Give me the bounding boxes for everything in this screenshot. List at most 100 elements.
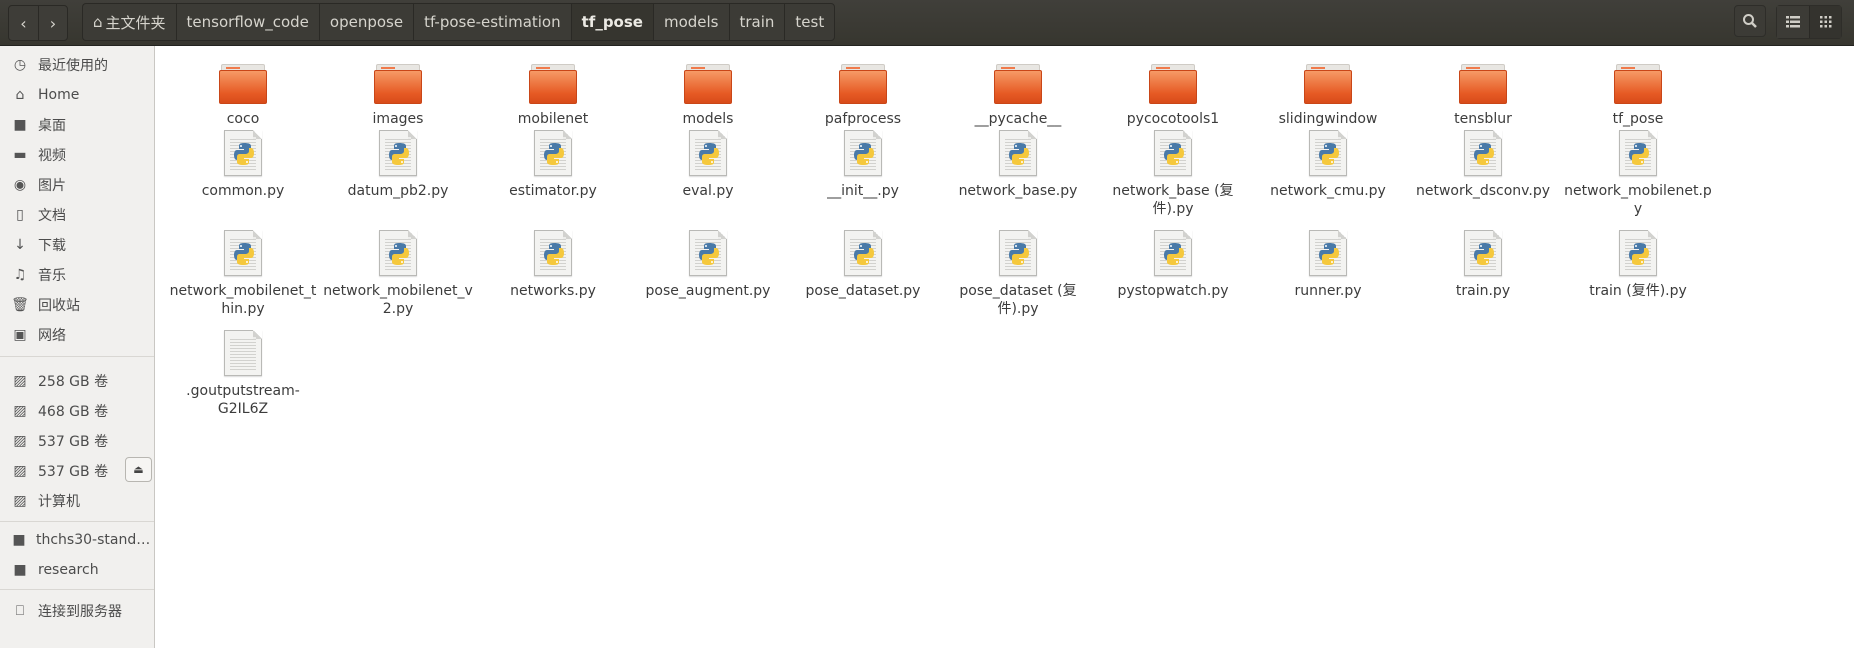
breadcrumb-tf-pose-estimation[interactable]: tf-pose-estimation (413, 3, 571, 41)
sidebar-item-videos[interactable]: ▬ 视频 (0, 141, 154, 169)
sidebar-item-label: 图片 (38, 178, 66, 194)
file-name: pystopwatch.py (1117, 283, 1229, 299)
file-item[interactable]: __pycache__ (943, 60, 1093, 128)
sidebar-item-trash[interactable]: 🗑 回收站 (0, 291, 154, 319)
grid-view-button[interactable] (1809, 6, 1841, 38)
file-item[interactable]: pose_augment.py (633, 230, 783, 300)
search-button[interactable] (1734, 5, 1766, 37)
file-name: train (复件).py (1589, 283, 1687, 299)
file-item[interactable]: slidingwindow (1253, 60, 1403, 128)
file-item[interactable]: network_mobilenet_thin.py (168, 230, 318, 318)
python-file-icon (224, 230, 262, 276)
breadcrumb-label: openpose (329, 13, 404, 31)
camera-icon: ◉ (13, 177, 27, 193)
python-file-icon (689, 130, 727, 176)
file-item[interactable]: estimator.py (478, 130, 628, 200)
sidebar-item-downloads[interactable]: ↓ 下载 (0, 231, 154, 259)
back-button[interactable]: ‹ (9, 6, 38, 40)
folder-icon: ■ (13, 117, 27, 133)
sidebar-item-music[interactable]: ♫ 音乐 (0, 261, 154, 289)
sidebar-item-connect-server[interactable]: ⎕ 连接到服务器 (0, 597, 154, 625)
python-file-icon (1154, 130, 1192, 176)
file-item[interactable]: network_base (复件).py (1098, 130, 1248, 218)
header-bar: ‹ › ⌂ 主文件夹 tensorflow_code openpose tf-po… (0, 0, 1854, 46)
file-item[interactable]: pycocotools1 (1098, 60, 1248, 128)
breadcrumb-tf-pose[interactable]: tf_pose (570, 3, 653, 41)
sidebar-divider (0, 589, 154, 590)
folder-icon (529, 64, 577, 104)
file-item[interactable]: network_cmu.py (1253, 130, 1403, 200)
file-item[interactable]: tensblur (1408, 60, 1558, 128)
file-item[interactable]: networks.py (478, 230, 628, 300)
folder-icon (374, 64, 422, 104)
sidebar-item-thchs30[interactable]: ■ thchs30-standalone (0, 526, 154, 554)
file-item[interactable]: pystopwatch.py (1098, 230, 1248, 300)
file-item[interactable]: mobilenet (478, 60, 628, 128)
folder-icon: ■ (13, 562, 27, 578)
file-item[interactable]: network_mobilenet_v2.py (323, 230, 473, 318)
sidebar-item-pictures[interactable]: ◉ 图片 (0, 171, 154, 199)
sidebar-item-label: 回收站 (38, 298, 80, 314)
file-item[interactable]: train.py (1408, 230, 1558, 300)
video-icon: ▬ (13, 147, 27, 163)
file-item[interactable]: datum_pb2.py (323, 130, 473, 200)
sidebar-item-drive-258gb[interactable]: ▨ 258 GB 卷 (0, 367, 154, 395)
breadcrumb-models[interactable]: models (652, 3, 729, 41)
sidebar-item-research[interactable]: ■ research (0, 556, 154, 584)
breadcrumb-tensorflow-code[interactable]: tensorflow_code (175, 3, 319, 41)
folder-icon (839, 64, 887, 104)
file-item[interactable]: network_dsconv.py (1408, 130, 1558, 200)
sidebar-item-recent[interactable]: ◷ 最近使用的 (0, 51, 154, 79)
file-item[interactable]: common.py (168, 130, 318, 200)
sidebar-item-label: 网络 (38, 328, 66, 344)
eject-icon: ⏏ (133, 463, 144, 476)
view-toggle (1776, 5, 1842, 39)
breadcrumb-test[interactable]: test (784, 3, 836, 41)
sidebar-item-desktop[interactable]: ■ 桌面 (0, 111, 154, 139)
file-name: network_base (复件).py (1112, 183, 1234, 217)
file-item[interactable]: pose_dataset.py (788, 230, 938, 300)
file-item[interactable]: pafprocess (788, 60, 938, 128)
file-name: models (682, 111, 734, 127)
file-item[interactable]: coco (168, 60, 318, 128)
python-file-icon (1619, 230, 1657, 276)
chevron-right-icon: › (49, 13, 57, 33)
forward-button[interactable]: › (38, 6, 67, 40)
sidebar-item-drive-468gb[interactable]: ▨ 468 GB 卷 (0, 397, 154, 425)
sidebar-item-drive-537gb-1[interactable]: ▨ 537 GB 卷 (0, 427, 154, 455)
file-item[interactable]: network_base.py (943, 130, 1093, 200)
file-item[interactable]: pose_dataset (复件).py (943, 230, 1093, 318)
list-view-button[interactable] (1777, 6, 1809, 38)
folder-icon: ■ (12, 532, 26, 548)
sidebar-item-computer[interactable]: ▨ 计算机 (0, 487, 154, 515)
breadcrumb-home[interactable]: ⌂ 主文件夹 (82, 3, 176, 41)
file-name: tensblur (1454, 111, 1512, 127)
sidebar-item-network[interactable]: ▣ 网络 (0, 321, 154, 349)
file-item[interactable]: models (633, 60, 783, 128)
sidebar-item-home[interactable]: ⌂ Home (0, 81, 154, 109)
file-item[interactable]: network_mobilenet.py (1563, 130, 1713, 218)
file-item[interactable]: eval.py (633, 130, 783, 200)
file-item[interactable]: __init__.py (788, 130, 938, 200)
file-item[interactable]: tf_pose (1563, 60, 1713, 128)
file-name: common.py (201, 183, 285, 199)
clock-icon: ◷ (13, 57, 27, 73)
eject-button[interactable]: ⏏ (125, 457, 152, 482)
file-item[interactable]: runner.py (1253, 230, 1403, 300)
text-file-icon (224, 330, 262, 376)
file-name: pycocotools1 (1126, 111, 1220, 127)
file-item[interactable]: .goutputstream-G2IL6Z (168, 330, 318, 418)
file-name: network_mobilenet_thin.py (169, 283, 317, 317)
home-icon: ⌂ (93, 13, 103, 31)
breadcrumb-openpose[interactable]: openpose (318, 3, 414, 41)
file-grid: coco images mobilenet models pafprocess __pyc… (156, 46, 1854, 648)
breadcrumb-label: tf-pose-estimation (424, 13, 561, 31)
drive-icon: ▨ (13, 403, 27, 419)
file-item[interactable]: images (323, 60, 473, 128)
drive-icon: ▨ (13, 373, 27, 389)
file-item[interactable]: train (复件).py (1563, 230, 1713, 300)
sidebar-item-documents[interactable]: ▯ 文档 (0, 201, 154, 229)
file-name: network_dsconv.py (1416, 183, 1550, 199)
breadcrumb-train[interactable]: train (728, 3, 785, 41)
file-name: network_mobilenet_v2.py (323, 283, 473, 317)
